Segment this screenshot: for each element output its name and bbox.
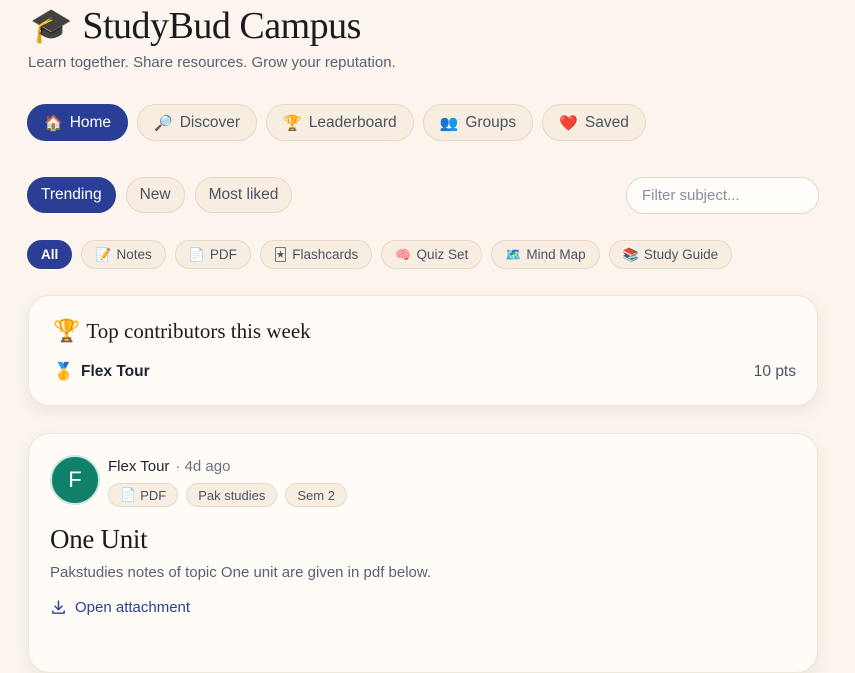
sort-tabs: Trending New Most liked bbox=[27, 177, 293, 213]
brain-icon: 🧠 bbox=[395, 246, 412, 262]
sort-most-liked[interactable]: Most liked bbox=[194, 177, 293, 213]
type-flashcards[interactable]: 🃏 Flashcards bbox=[259, 240, 373, 269]
tag-label: Pak studies bbox=[198, 487, 266, 503]
app-title: StudyBud Campus bbox=[82, 5, 361, 47]
document-icon: 📄 bbox=[120, 487, 137, 502]
post-time: · 4d ago bbox=[175, 458, 231, 475]
nav-label: Discover bbox=[179, 113, 241, 131]
type-quiz-set[interactable]: 🧠 Quiz Set bbox=[381, 240, 483, 269]
top-contributors-heading: 🏆 Top contributors this week bbox=[53, 318, 311, 344]
nav-saved[interactable]: ❤️ Saved bbox=[542, 104, 646, 141]
trophy-icon: 🏆 bbox=[283, 114, 302, 132]
heart-icon: ❤️ bbox=[559, 114, 578, 132]
tagline: Learn together. Share resources. Grow yo… bbox=[28, 54, 396, 71]
post-description: Pakstudies notes of topic One unit are g… bbox=[50, 564, 432, 581]
chip-label: Study Guide bbox=[643, 247, 719, 262]
section-title: Top contributors this week bbox=[86, 318, 311, 343]
chip-label: Mind Map bbox=[526, 247, 586, 262]
sort-new[interactable]: New bbox=[125, 177, 185, 213]
memo-icon: 📝 bbox=[95, 246, 112, 262]
top-contributors-card: 🏆 Top contributors this week 🥇 Flex Tour… bbox=[28, 295, 818, 406]
search-icon: 🔎 bbox=[154, 114, 173, 132]
chip-label: All bbox=[41, 247, 59, 262]
nav-groups[interactable]: 👥 Groups bbox=[422, 104, 534, 141]
post-meta: Flex Tour · 4d ago bbox=[108, 458, 230, 475]
contributor-row[interactable]: 🥇 Flex Tour 10 pts bbox=[53, 362, 796, 382]
sort-trending[interactable]: Trending bbox=[27, 177, 116, 213]
chip-label: PDF bbox=[209, 247, 237, 262]
type-pdf[interactable]: 📄 PDF bbox=[174, 240, 251, 269]
download-icon bbox=[52, 600, 65, 614]
nav-leaderboard[interactable]: 🏆 Leaderboard bbox=[266, 104, 414, 141]
books-icon: 📚 bbox=[622, 246, 639, 262]
nav-label: Home bbox=[69, 113, 112, 131]
trophy-icon: 🏆 bbox=[53, 318, 81, 343]
medal-icon: 🥇 bbox=[53, 362, 75, 381]
tag-label: PDF bbox=[140, 487, 167, 503]
tag-pdf[interactable]: 📄 PDF bbox=[108, 483, 179, 507]
post-tags: 📄 PDF Pak studies Sem 2 bbox=[108, 483, 347, 507]
home-icon: 🏠 bbox=[44, 114, 63, 132]
tag-semester[interactable]: Sem 2 bbox=[285, 483, 347, 507]
post-title[interactable]: One Unit bbox=[50, 524, 148, 555]
chip-label: Flashcards bbox=[292, 247, 359, 262]
post-author[interactable]: Flex Tour bbox=[108, 458, 169, 475]
brand[interactable]: 🎓 StudyBud Campus bbox=[30, 4, 361, 48]
resource-type-filters: All 📝 Notes 📄 PDF 🃏 Flashcards 🧠 Quiz Se… bbox=[27, 240, 733, 269]
nav-label: Groups bbox=[465, 113, 517, 131]
tag-label: Sem 2 bbox=[297, 487, 335, 503]
avatar[interactable]: F bbox=[50, 455, 100, 505]
chip-label: Quiz Set bbox=[416, 247, 469, 262]
nav-label: Leaderboard bbox=[308, 113, 397, 131]
document-icon: 📄 bbox=[188, 246, 205, 262]
type-study-guide[interactable]: 📚 Study Guide bbox=[608, 240, 733, 269]
chip-label: Notes bbox=[116, 247, 152, 262]
people-icon: 👥 bbox=[439, 114, 459, 132]
post-card[interactable]: F Flex Tour · 4d ago 📄 PDF Pak studies S… bbox=[28, 433, 818, 673]
open-attachment-link[interactable]: Open attachment bbox=[50, 599, 190, 616]
contributor-name: Flex Tour bbox=[81, 363, 150, 380]
card-icon: 🃏 bbox=[273, 246, 288, 262]
nav-home[interactable]: 🏠 Home bbox=[27, 104, 129, 141]
type-all[interactable]: All bbox=[27, 240, 73, 269]
map-icon: 🗺️ bbox=[505, 246, 522, 262]
contributor-points: 10 pts bbox=[753, 363, 796, 380]
main-nav: 🏠 Home 🔎 Discover 🏆 Leaderboard 👥 Groups… bbox=[27, 104, 646, 141]
type-mind-map[interactable]: 🗺️ Mind Map bbox=[491, 240, 600, 269]
nav-discover[interactable]: 🔎 Discover bbox=[137, 104, 258, 141]
tag-subject[interactable]: Pak studies bbox=[186, 483, 278, 507]
app-header: 🎓 StudyBud Campus bbox=[30, 4, 361, 48]
filter-subject-input[interactable] bbox=[626, 177, 819, 214]
type-notes[interactable]: 📝 Notes bbox=[81, 240, 166, 269]
attachment-label: Open attachment bbox=[75, 599, 191, 616]
nav-label: Saved bbox=[584, 113, 629, 131]
graduation-cap-icon: 🎓 bbox=[30, 7, 73, 45]
